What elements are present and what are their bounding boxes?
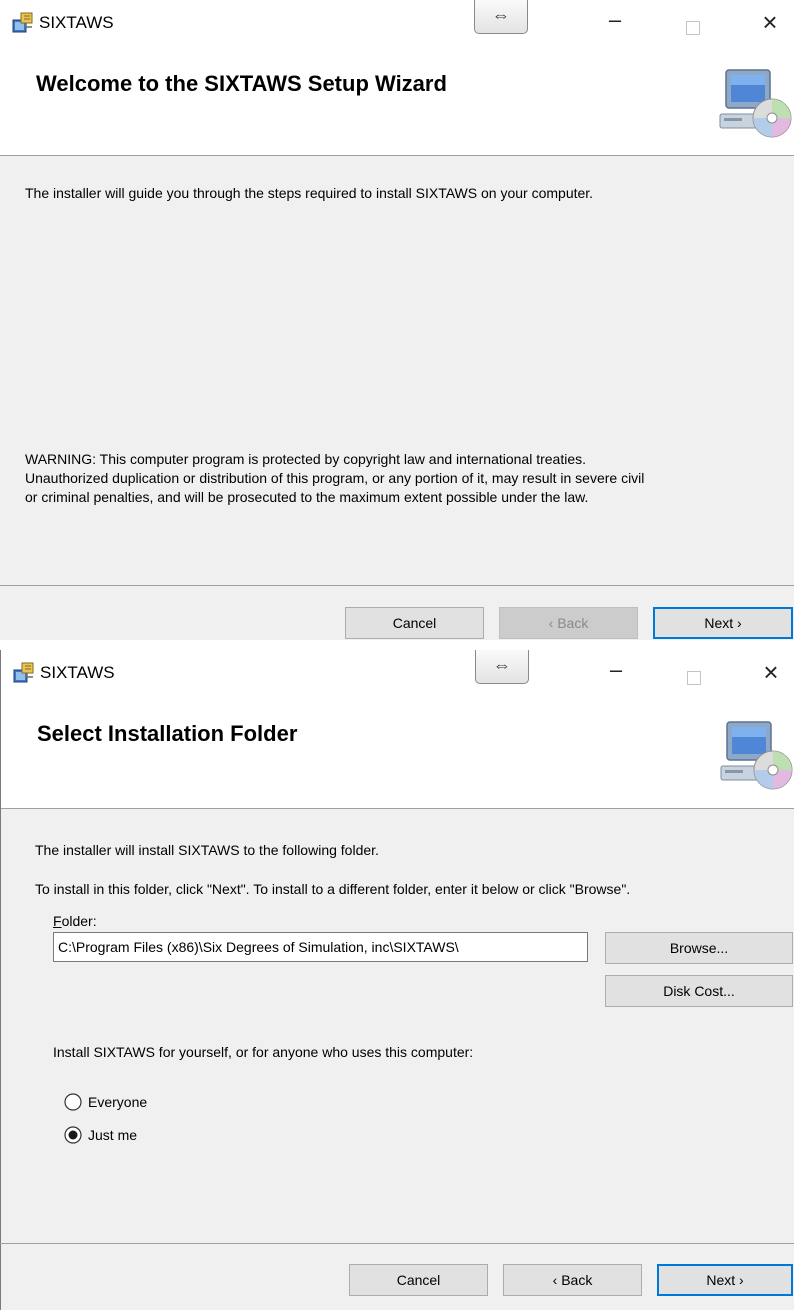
disk-cost-button[interactable]: Disk Cost... [605,975,793,1007]
maximize-icon[interactable] [687,671,701,685]
window-title: SIXTAWS [40,663,115,682]
warning-line-3: or criminal penalties, and will be prose… [25,489,589,505]
page-title: Select Installation Folder [37,721,298,746]
cancel-button[interactable]: Cancel [345,607,484,639]
radio-unselected-icon[interactable] [64,1093,82,1111]
install-scope-text: Install SIXTAWS for yourself, or for any… [53,1044,474,1060]
snap-layout-icon[interactable]: ⇔ [474,0,528,34]
next-button[interactable]: Next › [653,607,793,639]
cancel-button[interactable]: Cancel [349,1264,488,1296]
browse-button[interactable]: Browse... [605,932,793,964]
header-banner: Select Installation Folder [1,696,794,809]
next-button[interactable]: Next › [657,1264,793,1296]
page-title: Welcome to the SIXTAWS Setup Wizard [36,71,447,96]
warning-line-2: Unauthorized duplication or distribution… [25,470,645,486]
instructions-text: To install in this folder, click "Next".… [35,881,631,897]
title-bar[interactable]: SIXTAWS ⇔ – × [1,650,794,696]
installer-package-icon [13,661,35,683]
radio-label: Everyone [88,1094,148,1110]
radio-selected-icon[interactable] [64,1126,82,1144]
window-title: SIXTAWS [39,13,114,32]
folder-label: Folder: [53,913,97,929]
warning-line-1: WARNING: This computer program is protec… [25,451,587,467]
computer-cd-icon [712,66,794,138]
folder-path-input[interactable] [53,932,588,962]
back-button[interactable]: ‹ Back [503,1264,642,1296]
close-icon[interactable]: × [759,659,783,685]
computer-cd-icon [713,718,794,790]
header-banner: Welcome to the SIXTAWS Setup Wizard [0,46,794,156]
install-location-text: The installer will install SIXTAWS to th… [35,842,379,858]
maximize-icon[interactable] [686,21,700,35]
title-bar[interactable]: SIXTAWS ⇔ – × [0,0,794,46]
installer-package-icon [12,11,34,33]
footer-divider [0,585,794,586]
minimize-icon[interactable]: – [604,659,628,683]
close-icon[interactable]: × [758,9,782,35]
setup-window-welcome: SIXTAWS ⇔ – × Welcome to the SIXTAWS Set… [0,0,794,640]
minimize-icon[interactable]: – [603,9,627,33]
intro-text: The installer will guide you through the… [25,185,594,201]
radio-label: Just me [88,1127,138,1143]
back-button[interactable]: ‹ Back [499,607,638,639]
snap-layout-icon[interactable]: ⇔ [475,650,529,684]
footer-divider [0,1243,794,1244]
